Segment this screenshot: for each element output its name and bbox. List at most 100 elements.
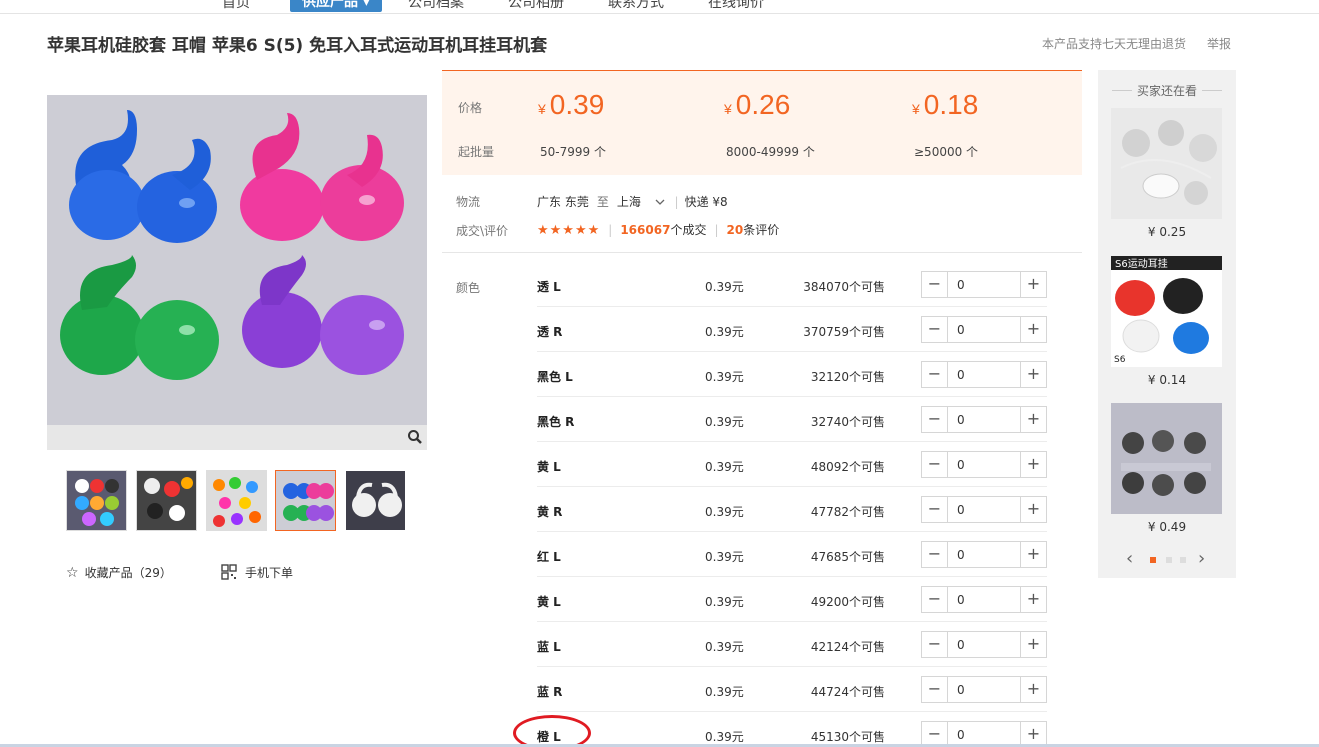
sku-row: 透 L 0.39元 384070个可售 −0 + bbox=[537, 262, 1047, 307]
related-product-price: ¥ 0.49 bbox=[1147, 520, 1187, 534]
nav-inquiry[interactable]: 在线询价 bbox=[708, 0, 764, 12]
quantity-input[interactable]: 0 bbox=[957, 368, 965, 382]
quantity-input[interactable]: 0 bbox=[957, 278, 965, 292]
minus-button[interactable]: − bbox=[922, 407, 948, 432]
deal-count[interactable]: 166067 bbox=[620, 223, 670, 237]
plus-button[interactable]: + bbox=[1020, 497, 1046, 522]
related-product-image[interactable] bbox=[1111, 108, 1222, 219]
main-product-image[interactable] bbox=[47, 95, 427, 425]
sku-row: 透 R 0.39元 370759个可售 −0 + bbox=[537, 307, 1047, 352]
plus-button[interactable]: + bbox=[1020, 272, 1046, 297]
sku-row: 黄 R 0.39元 47782个可售 −0 + bbox=[537, 487, 1047, 532]
minus-button[interactable]: − bbox=[922, 587, 948, 612]
sku-price: 0.39元 bbox=[705, 505, 744, 519]
product-title: 苹果耳机硅胶套 耳帽 苹果6 S(5) 免耳入耳式运动耳机耳挂耳机套 bbox=[47, 36, 548, 56]
sku-price: 0.39元 bbox=[705, 550, 744, 564]
sku-row: 黑色 L 0.39元 32120个可售 −0 + bbox=[537, 352, 1047, 397]
review-count[interactable]: 20 bbox=[727, 223, 744, 237]
minus-button[interactable]: − bbox=[922, 677, 948, 702]
quantity-input[interactable]: 0 bbox=[957, 683, 965, 697]
nav-home[interactable]: 首页 bbox=[222, 0, 250, 12]
minus-button[interactable]: − bbox=[922, 362, 948, 387]
related-product-image[interactable]: S6运动耳挂 S6 bbox=[1111, 256, 1222, 367]
plus-button[interactable]: + bbox=[1020, 407, 1046, 432]
minus-button[interactable]: − bbox=[922, 542, 948, 567]
sku-name: 红 L bbox=[537, 550, 561, 564]
quantity-input[interactable]: 0 bbox=[957, 728, 965, 742]
chevron-down-icon[interactable] bbox=[655, 194, 665, 208]
sku-stock: 49200个可售 bbox=[810, 595, 885, 609]
related-product-image[interactable] bbox=[1111, 403, 1222, 514]
quantity-input[interactable]: 0 bbox=[957, 458, 965, 472]
plus-button[interactable]: + bbox=[1020, 632, 1046, 657]
sku-row: 黄 L 0.39元 48092个可售 −0 + bbox=[537, 442, 1047, 487]
quantity-input[interactable]: 0 bbox=[957, 593, 965, 607]
thumbnail-5[interactable] bbox=[345, 470, 406, 531]
quantity-input[interactable]: 0 bbox=[957, 413, 965, 427]
sku-row: 红 L 0.39元 47685个可售 −0 + bbox=[537, 532, 1047, 577]
sku-name: 黄 L bbox=[537, 460, 561, 474]
related-product-price: ¥ 0.14 bbox=[1147, 373, 1187, 387]
deals-label: 成交\评价 bbox=[456, 224, 509, 238]
plus-button[interactable]: + bbox=[1020, 362, 1046, 387]
deal-info: ★★★★★ | 166067个成交 | 20条评价 bbox=[537, 223, 780, 238]
thumbnail-4[interactable] bbox=[275, 470, 336, 531]
minus-button[interactable]: − bbox=[922, 452, 948, 477]
quantity-input[interactable]: 0 bbox=[957, 503, 965, 517]
minus-button[interactable]: − bbox=[922, 632, 948, 657]
return-policy[interactable]: 本产品支持七天无理由退货 bbox=[1042, 35, 1186, 52]
sku-name: 透 L bbox=[537, 280, 561, 294]
nav-company-profile[interactable]: 公司档案 bbox=[408, 0, 464, 12]
sku-row: 蓝 R 0.39元 44724个可售 −0 + bbox=[537, 667, 1047, 712]
sku-row: 黄 L 0.39元 49200个可售 −0 + bbox=[537, 577, 1047, 622]
thumbnail-2[interactable] bbox=[136, 470, 197, 531]
mobile-order-button[interactable]: 手机下单 bbox=[221, 564, 293, 583]
nav-products[interactable]: 供应产品 ▾ bbox=[290, 0, 382, 12]
chevron-right-icon[interactable]: › bbox=[1198, 548, 1205, 569]
carousel-dot[interactable] bbox=[1166, 557, 1172, 563]
nav-company-album[interactable]: 公司相册 bbox=[508, 0, 564, 12]
minus-button[interactable]: − bbox=[922, 497, 948, 522]
quantity-input[interactable]: 0 bbox=[957, 638, 965, 652]
sku-price: 0.39元 bbox=[705, 730, 744, 744]
ship-to-select[interactable]: 上海 bbox=[617, 195, 641, 209]
tier-price-3: ¥0.18 bbox=[912, 89, 979, 120]
plus-button[interactable]: + bbox=[1020, 542, 1046, 567]
sku-row: 蓝 L 0.39元 42124个可售 −0 + bbox=[537, 622, 1047, 667]
tier-qty-2: 8000-49999 个 bbox=[726, 145, 815, 159]
logistics-info: 广东 东莞至上海 | 快递 ¥8 bbox=[537, 194, 728, 209]
plus-button[interactable]: + bbox=[1020, 587, 1046, 612]
minus-button[interactable]: − bbox=[922, 317, 948, 342]
plus-button[interactable]: + bbox=[1020, 677, 1046, 702]
minus-button[interactable]: − bbox=[922, 272, 948, 297]
quantity-input[interactable]: 0 bbox=[957, 323, 965, 337]
report-link[interactable]: 举报 bbox=[1207, 35, 1231, 52]
nav-contact[interactable]: 联系方式 bbox=[608, 0, 664, 12]
image-caption: S6运动耳挂 bbox=[1115, 257, 1168, 270]
quantity-stepper: −0 + bbox=[921, 406, 1047, 433]
related-product-price: ¥ 0.25 bbox=[1147, 225, 1187, 239]
carousel-dot[interactable] bbox=[1150, 557, 1156, 563]
plus-button[interactable]: + bbox=[1020, 452, 1046, 477]
carousel-dot[interactable] bbox=[1180, 557, 1186, 563]
sku-name: 黄 L bbox=[537, 595, 561, 609]
thumbnail-3[interactable] bbox=[206, 470, 267, 531]
sku-name: 蓝 R bbox=[537, 685, 563, 699]
favorite-button[interactable]: ☆ 收藏产品（29） bbox=[66, 564, 172, 581]
to-word: 至 bbox=[596, 195, 609, 209]
plus-button[interactable]: + bbox=[1020, 317, 1046, 342]
logistics-label: 物流 bbox=[456, 195, 481, 209]
favorite-label: 收藏产品（29） bbox=[84, 566, 172, 580]
chevron-left-icon[interactable]: ‹ bbox=[1126, 548, 1133, 569]
quantity-stepper: −0 + bbox=[921, 676, 1047, 703]
tier-price-1: ¥0.39 bbox=[538, 89, 605, 120]
magnifier-icon[interactable] bbox=[407, 429, 423, 445]
sku-row: 橙 L 0.39元 45130个可售 −0 + bbox=[537, 712, 1047, 747]
quantity-input[interactable]: 0 bbox=[957, 548, 965, 562]
mobile-order-label: 手机下单 bbox=[245, 566, 294, 580]
thumbnail-1[interactable] bbox=[66, 470, 127, 531]
sku-name: 蓝 L bbox=[537, 640, 561, 654]
min-order-label: 起批量 bbox=[458, 145, 495, 159]
sku-stock: 384070个可售 bbox=[803, 280, 885, 294]
star-outline-icon: ☆ bbox=[66, 565, 79, 581]
